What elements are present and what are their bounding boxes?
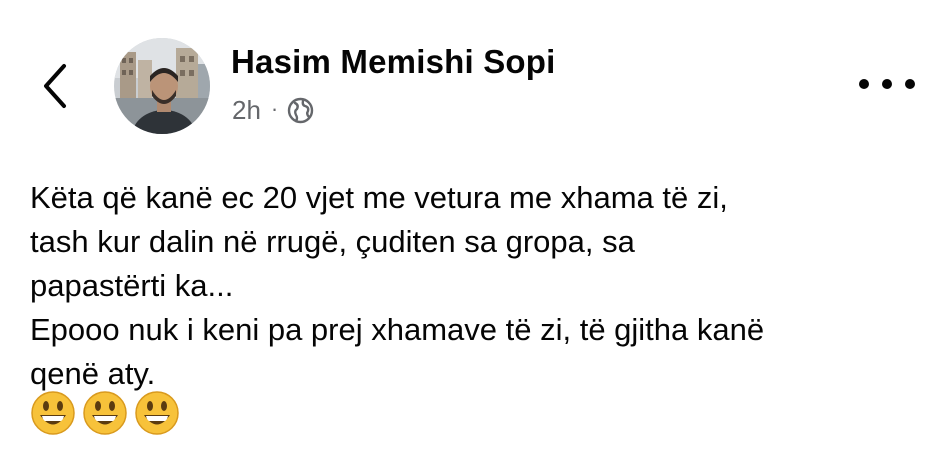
author-name[interactable]: Hasim Memishi Sopi <box>231 43 556 81</box>
grinning-face-icon <box>31 391 75 435</box>
more-horizontal-icon-dot <box>859 79 869 89</box>
more-horizontal-icon-dot <box>882 79 892 89</box>
back-button[interactable] <box>36 60 76 112</box>
globe-icon[interactable] <box>287 97 314 124</box>
emoji-row <box>30 390 180 436</box>
post-text-line: Epooo nuk i keni pa prej xhamave të zi, … <box>30 312 765 347</box>
profile-photo-icon <box>114 38 210 134</box>
more-horizontal-icon-dot <box>905 79 915 89</box>
post-text-line: papastërti ka... <box>30 268 234 303</box>
post-page: Hasim Memishi Sopi 2h · Këta që kanë ec … <box>0 0 945 452</box>
meta-separator: · <box>270 95 279 121</box>
grinning-face-icon <box>135 391 179 435</box>
grinning-face-icon <box>83 391 127 435</box>
post-text-line: Këta që kanë ec 20 vjet me vetura me xha… <box>30 180 728 215</box>
author-avatar[interactable] <box>114 38 210 134</box>
post-meta: 2h · <box>232 95 314 126</box>
post-body: Këta që kanë ec 20 vjet me vetura me xha… <box>30 176 920 396</box>
post-text-line: tash kur dalin në rrugë, çuditen sa grop… <box>30 224 635 259</box>
more-options-button[interactable] <box>859 70 915 98</box>
post-timestamp[interactable]: 2h <box>232 95 261 126</box>
chevron-left-icon <box>44 64 66 108</box>
